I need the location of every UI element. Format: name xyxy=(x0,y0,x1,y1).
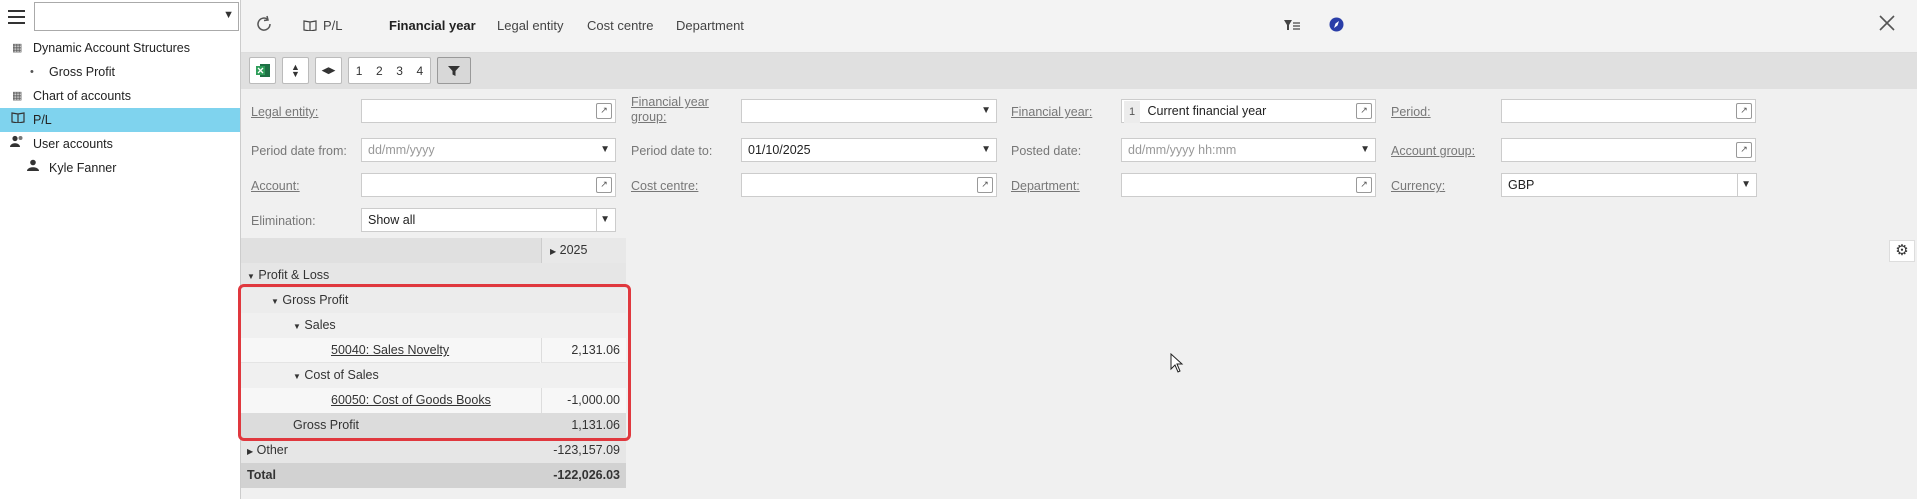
sidebar-item-pl[interactable]: P/L xyxy=(0,108,240,132)
period-to-input[interactable]: 01/10/2025 ▼ xyxy=(741,138,997,162)
fy-group-select[interactable]: ▼ xyxy=(741,99,997,123)
users-icon xyxy=(10,132,25,156)
elimination-label: Elimination: xyxy=(251,214,316,228)
cost-centre-input[interactable]: ↗ xyxy=(741,173,997,197)
value-cell: -123,157.09 xyxy=(553,443,620,457)
triangle-right-icon[interactable]: ▶ xyxy=(247,447,253,456)
sidebar-item-gross-profit[interactable]: • Gross Profit xyxy=(0,60,240,84)
bullet-icon: • xyxy=(30,66,34,78)
book-icon xyxy=(303,19,317,34)
chevron-down-icon[interactable]: ▼ xyxy=(596,209,610,231)
chevron-down-icon[interactable]: ▼ xyxy=(223,9,234,21)
sidebar-item-user-accounts[interactable]: User accounts xyxy=(0,132,240,156)
period-from-label: Period date from: xyxy=(251,144,347,158)
value-cell: -122,026.03 xyxy=(553,468,620,482)
level-buttons: 1 2 3 4 xyxy=(348,57,431,84)
account-group-input[interactable]: ↗ xyxy=(1501,138,1756,162)
period-from-input[interactable]: dd/mm/yyyy ▼ xyxy=(361,138,616,162)
account-label: Account: xyxy=(251,179,300,193)
sidebar-item-dynamic-account-structures[interactable]: ▦ Dynamic Account Structures xyxy=(0,36,240,60)
settings-gear-icon[interactable]: ⚙ xyxy=(1889,240,1915,262)
tab-cost-centre[interactable]: Cost centre xyxy=(587,18,653,33)
period-label: Period: xyxy=(1391,105,1431,119)
open-lookup-icon[interactable]: ↗ xyxy=(596,103,612,119)
currency-select[interactable]: GBP ▼ xyxy=(1501,173,1757,197)
currency-label: Currency: xyxy=(1391,179,1446,193)
top-toolbar: P/L Financial year Legal entity Cost cen… xyxy=(241,0,1917,53)
elimination-select[interactable]: Show all ▼ xyxy=(361,208,616,232)
open-lookup-icon[interactable]: ↗ xyxy=(1356,177,1372,193)
grid-icon: ▦ xyxy=(12,42,23,54)
mouse-cursor-icon xyxy=(1170,352,1184,376)
sidebar: ▼ ▦ Dynamic Account Structures • Gross P… xyxy=(0,0,241,499)
account-input[interactable]: ↗ xyxy=(361,173,616,197)
chevron-down-icon[interactable]: ▼ xyxy=(981,139,991,161)
posted-date-label: Posted date: xyxy=(1011,144,1082,158)
left-right-icon: ◀▶ xyxy=(321,65,336,75)
column-header-2025[interactable]: ▶ 2025 xyxy=(541,238,626,263)
open-lookup-icon[interactable]: ↗ xyxy=(1356,103,1372,119)
chevron-down-icon[interactable]: ▼ xyxy=(600,139,610,161)
chevron-down-icon[interactable]: ▼ xyxy=(1360,139,1370,161)
filter-list-icon[interactable] xyxy=(1284,19,1300,36)
financial-year-number: 1 xyxy=(1124,101,1140,123)
hamburger-menu-icon[interactable] xyxy=(0,0,34,34)
legal-entity-label: Legal entity: xyxy=(251,105,319,119)
navigation-search-select[interactable]: ▼ xyxy=(34,2,239,31)
level-4-button[interactable]: 4 xyxy=(417,64,424,78)
tab-financial-year[interactable]: Financial year xyxy=(389,18,476,33)
account-group-label: Account group: xyxy=(1391,144,1476,158)
financial-year-input[interactable]: 1 Current financial year ↗ xyxy=(1121,99,1376,123)
period-to-label: Period date to: xyxy=(631,144,713,158)
close-icon[interactable] xyxy=(1878,14,1896,35)
table-row[interactable]: ▶ Other -123,157.09 xyxy=(241,438,626,463)
department-input[interactable]: ↗ xyxy=(1121,173,1376,197)
open-lookup-icon[interactable]: ↗ xyxy=(1736,103,1752,119)
level-2-button[interactable]: 2 xyxy=(376,64,383,78)
open-lookup-icon[interactable]: ↗ xyxy=(596,177,612,193)
user-icon xyxy=(27,156,39,180)
filter-toggle-button[interactable] xyxy=(437,57,471,84)
tab-legal-entity[interactable]: Legal entity xyxy=(497,18,564,33)
triangle-down-icon[interactable]: ▼ xyxy=(247,272,255,281)
financial-year-label: Financial year: xyxy=(1011,105,1093,119)
book-icon xyxy=(11,108,25,132)
table-row-total: Total -122,026.03 xyxy=(241,463,626,488)
up-down-icon: ▲ ▼ xyxy=(291,61,300,79)
page-title: P/L xyxy=(323,18,343,33)
open-lookup-icon[interactable]: ↗ xyxy=(1736,142,1752,158)
cost-centre-label: Cost centre: xyxy=(631,179,699,193)
grid-header-row: ▶ 2025 xyxy=(241,238,626,264)
financial-year-value: Current financial year xyxy=(1147,104,1267,118)
sidebar-item-kyle-fanner[interactable]: Kyle Fanner xyxy=(0,156,240,180)
expand-columns-button[interactable]: ◀▶ xyxy=(315,57,342,84)
department-label: Department: xyxy=(1011,179,1080,193)
tab-department[interactable]: Department xyxy=(676,18,744,33)
chevron-down-icon[interactable]: ▼ xyxy=(1737,174,1751,196)
sidebar-item-chart-of-accounts[interactable]: ▦ Chart of accounts xyxy=(0,84,240,108)
open-lookup-icon[interactable]: ↗ xyxy=(977,177,993,193)
level-3-button[interactable]: 3 xyxy=(396,64,403,78)
chevron-down-icon[interactable]: ▼ xyxy=(981,100,991,122)
export-excel-button[interactable] xyxy=(249,57,276,84)
triangle-right-icon[interactable]: ▶ xyxy=(550,247,556,256)
level-1-button[interactable]: 1 xyxy=(356,64,363,78)
funnel-icon xyxy=(448,65,460,76)
highlight-box xyxy=(238,284,631,441)
compass-icon[interactable] xyxy=(1329,17,1344,35)
fy-group-label: Financial year group: xyxy=(631,95,709,124)
refresh-icon[interactable] xyxy=(255,15,273,36)
posted-date-input[interactable]: dd/mm/yyyy hh:mm ▼ xyxy=(1121,138,1376,162)
expand-rows-button[interactable]: ▲ ▼ xyxy=(282,57,309,84)
legal-entity-input[interactable]: ↗ xyxy=(361,99,616,123)
excel-icon xyxy=(255,64,270,77)
period-input[interactable]: ↗ xyxy=(1501,99,1756,123)
button-bar: ▲ ▼ ◀▶ 1 2 3 4 xyxy=(241,53,1917,89)
grid-icon: ▦ xyxy=(12,90,23,102)
